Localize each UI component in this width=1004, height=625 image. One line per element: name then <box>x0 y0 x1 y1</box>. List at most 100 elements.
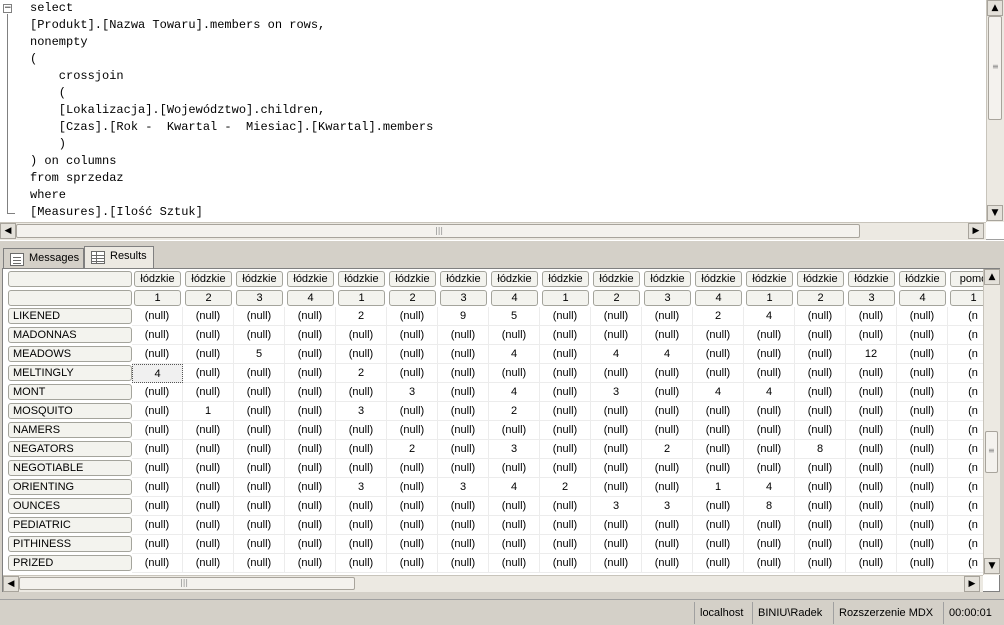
grid-cell[interactable]: (null) <box>642 516 693 535</box>
grid-cell[interactable]: (null) <box>234 440 285 459</box>
grid-cell[interactable]: (null) <box>234 497 285 516</box>
column-header[interactable]: łódzkie <box>389 271 436 287</box>
grid-cell[interactable]: (null) <box>234 459 285 478</box>
grid-cell[interactable]: (null) <box>897 516 948 535</box>
row-header[interactable]: NEGOTIABLE <box>8 460 132 476</box>
code-line[interactable]: nonempty <box>30 34 88 51</box>
editor-vertical-scrollbar[interactable]: ▲ ≡ ▼ <box>986 0 1004 222</box>
grid-cell[interactable]: (n <box>948 459 983 478</box>
column-header[interactable]: 1 <box>950 290 983 306</box>
grid-cell[interactable]: (null) <box>693 402 744 421</box>
grid-cell[interactable]: (null) <box>591 535 642 554</box>
grid-vertical-scrollbar[interactable]: ▲ ≡ ▼ <box>983 269 1000 575</box>
grid-cell[interactable]: (null) <box>336 440 387 459</box>
grid-cell[interactable]: (null) <box>795 402 846 421</box>
grid-cell[interactable]: (null) <box>438 421 489 440</box>
column-header[interactable]: 1 <box>134 290 181 306</box>
grid-cell[interactable]: (null) <box>387 326 438 345</box>
grid-cell[interactable]: (null) <box>744 535 795 554</box>
code-line[interactable]: [Lokalizacja].[Województwo].children, <box>30 102 325 119</box>
grid-cell[interactable]: (null) <box>489 516 540 535</box>
grid-cell[interactable]: 2 <box>489 402 540 421</box>
grid-cell[interactable]: (null) <box>540 516 591 535</box>
grid-cell[interactable]: (null) <box>540 383 591 402</box>
grid-cell[interactable]: (null) <box>693 535 744 554</box>
grid-cell[interactable]: (null) <box>795 326 846 345</box>
grid-cell[interactable]: (null) <box>744 345 795 364</box>
grid-cell[interactable]: (null) <box>795 478 846 497</box>
column-header[interactable]: 2 <box>593 290 640 306</box>
column-header[interactable]: łódzkie <box>746 271 793 287</box>
grid-cell[interactable]: (null) <box>744 440 795 459</box>
row-header[interactable]: MELTINGLY <box>8 365 132 381</box>
grid-cell[interactable]: (null) <box>540 421 591 440</box>
grid-cell[interactable]: (null) <box>897 535 948 554</box>
grid-cell[interactable]: (null) <box>795 535 846 554</box>
column-header[interactable]: łódzkie <box>134 271 181 287</box>
grid-cell[interactable]: (null) <box>642 554 693 573</box>
grid-scroll-up-icon[interactable]: ▲ <box>984 269 1000 285</box>
column-header[interactable]: łódzkie <box>287 271 334 287</box>
grid-cell[interactable]: (null) <box>795 364 846 383</box>
row-header[interactable]: PITHINESS <box>8 536 132 552</box>
code-line[interactable]: ( <box>30 85 66 102</box>
grid-cell[interactable]: (null) <box>642 535 693 554</box>
grid-cell[interactable]: (null) <box>336 554 387 573</box>
grid-vscroll-thumb[interactable]: ≡ <box>985 431 998 473</box>
grid-cell[interactable]: (null) <box>132 402 183 421</box>
grid-cell[interactable]: (null) <box>489 554 540 573</box>
row-header[interactable]: OUNCES <box>8 498 132 514</box>
grid-cell[interactable]: (null) <box>591 307 642 326</box>
grid-corner-header[interactable] <box>8 290 132 306</box>
grid-cell[interactable]: (null) <box>285 364 336 383</box>
grid-cell[interactable]: 3 <box>642 497 693 516</box>
grid-cell[interactable]: (null) <box>489 535 540 554</box>
grid-cell[interactable]: (n <box>948 478 983 497</box>
grid-cell[interactable]: (null) <box>183 459 234 478</box>
grid-cell[interactable]: (null) <box>489 497 540 516</box>
grid-cell[interactable]: (null) <box>795 307 846 326</box>
grid-cell[interactable]: (null) <box>285 383 336 402</box>
grid-cell[interactable]: (null) <box>693 421 744 440</box>
code-line[interactable]: ) on columns <box>30 153 116 170</box>
grid-cell[interactable]: (null) <box>540 497 591 516</box>
grid-cell[interactable]: (null) <box>438 516 489 535</box>
editor-horizontal-scrollbar[interactable]: ◀ ||| ▶ <box>0 222 986 240</box>
grid-cell[interactable]: 4 <box>489 345 540 364</box>
column-header[interactable]: 1 <box>542 290 589 306</box>
grid-cell[interactable]: (null) <box>132 307 183 326</box>
grid-cell[interactable]: (null) <box>795 383 846 402</box>
grid-cell[interactable]: (null) <box>438 383 489 402</box>
grid-cell[interactable]: (null) <box>642 421 693 440</box>
grid-cell[interactable]: (null) <box>285 459 336 478</box>
grid-cell[interactable]: (null) <box>744 459 795 478</box>
grid-cell[interactable]: (null) <box>795 345 846 364</box>
grid-cell[interactable]: (null) <box>897 364 948 383</box>
grid-cell[interactable]: 4 <box>642 345 693 364</box>
grid-cell[interactable]: (null) <box>591 440 642 459</box>
grid-cell[interactable]: (null) <box>183 497 234 516</box>
grid-cell[interactable]: 3 <box>591 497 642 516</box>
grid-cell[interactable]: (null) <box>438 459 489 478</box>
grid-cell[interactable]: 2 <box>693 307 744 326</box>
grid-horizontal-scrollbar[interactable]: ◀ ||| ▶ <box>3 575 983 592</box>
column-header[interactable]: 4 <box>899 290 946 306</box>
grid-cell[interactable]: (null) <box>744 516 795 535</box>
grid-cell[interactable]: 3 <box>387 383 438 402</box>
grid-cell[interactable]: (null) <box>285 440 336 459</box>
grid-cell[interactable]: (null) <box>489 459 540 478</box>
grid-cell[interactable]: (null) <box>285 345 336 364</box>
grid-cell[interactable]: (null) <box>744 326 795 345</box>
grid-cell[interactable]: (null) <box>285 535 336 554</box>
grid-cell[interactable]: (null) <box>132 440 183 459</box>
grid-cell[interactable]: (n <box>948 402 983 421</box>
grid-cell[interactable]: 2 <box>387 440 438 459</box>
grid-cell[interactable]: (null) <box>234 554 285 573</box>
row-header[interactable]: NAMERS <box>8 422 132 438</box>
grid-cell[interactable]: (null) <box>591 478 642 497</box>
grid-cell[interactable]: 1 <box>693 478 744 497</box>
grid-cell[interactable]: (null) <box>489 326 540 345</box>
row-header[interactable]: NEGATORS <box>8 441 132 457</box>
grid-cell[interactable]: (n <box>948 535 983 554</box>
grid-cell[interactable]: (null) <box>540 326 591 345</box>
